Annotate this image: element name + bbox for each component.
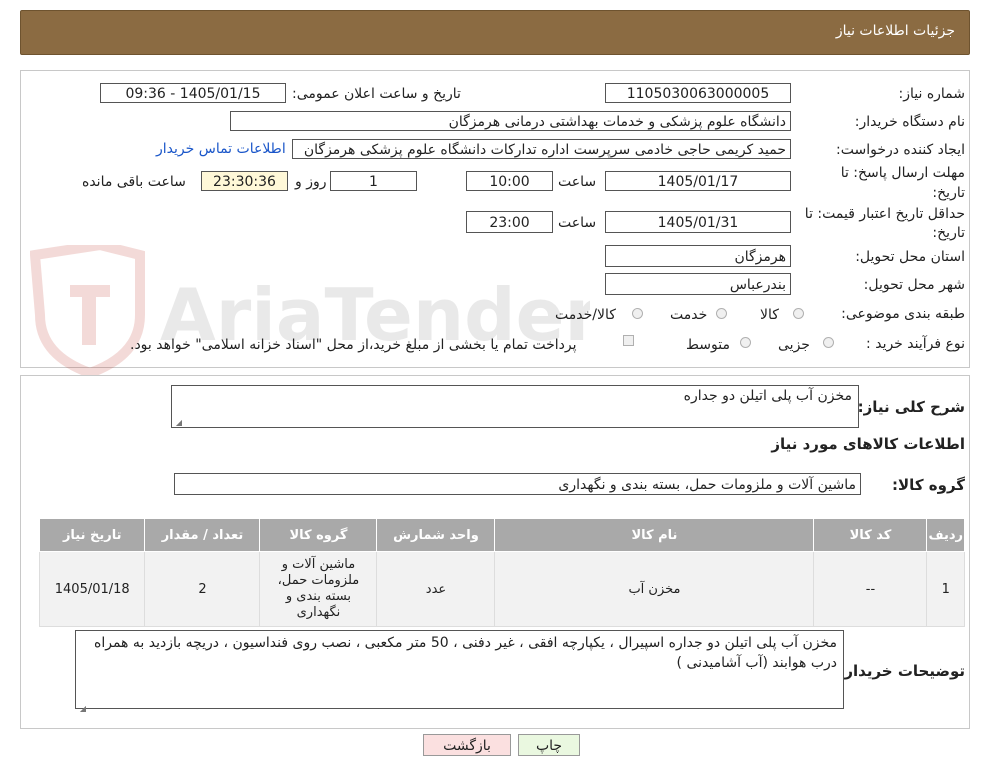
buyer-notes-textarea[interactable]: مخزن آب پلی اتیلن دو جداره اسپیرال ، یکپ…: [75, 630, 844, 713]
city-field: بندرعباس: [605, 273, 791, 295]
deadline-label: مهلت ارسال پاسخ: تا: [840, 165, 965, 181]
buyer-notes-label: توضیحات خریدار:: [838, 662, 965, 680]
cell-item-code: --: [813, 551, 928, 627]
resize-grip-icon[interactable]: ◢: [78, 699, 86, 713]
announce-datetime-field: 1405/01/15 - 09:36: [100, 83, 286, 103]
category-label: طبقه بندی موضوعی:: [841, 306, 965, 322]
resize-grip-icon[interactable]: ◢: [174, 418, 182, 427]
cell-quantity: 2: [144, 551, 261, 627]
table-header-row: ردیف کد کالا نام کالا واحد شمارش گروه کا…: [38, 518, 965, 552]
creator-field: حمید کریمی حاجی خادمی سرپرست اداره تدارک…: [292, 139, 791, 159]
col-item-code: کد کالا: [813, 518, 928, 552]
category-goods-service-radio[interactable]: [632, 308, 643, 319]
items-table: ردیف کد کالا نام کالا واحد شمارش گروه کا…: [38, 518, 965, 627]
purchase-minor-label: جزیی: [778, 337, 810, 353]
category-service-radio[interactable]: [716, 308, 727, 319]
validity-label: حداقل تاریخ اعتبار قیمت: تا: [804, 206, 965, 222]
validity-time-field: 23:00: [466, 211, 553, 233]
summary-textarea[interactable]: مخزن آب پلی اتیلن دو جداره ◢: [171, 385, 859, 428]
buyer-org-label: نام دستگاه خریدار:: [854, 114, 965, 130]
col-goods-group: گروه کالا: [259, 518, 378, 552]
cell-goods-group: ماشین آلات و ملزومات حمل، بسته بندی و نگ…: [259, 551, 378, 627]
print-button[interactable]: چاپ: [518, 734, 580, 756]
goods-group-field: ماشین آلات و ملزومات حمل، بسته بندی و نگ…: [174, 473, 861, 495]
table-row: 1 -- مخزن آب عدد ماشین آلات و ملزومات حم…: [38, 551, 965, 627]
cell-unit: عدد: [376, 551, 496, 627]
buyer-contact-link[interactable]: اطلاعات تماس خریدار: [156, 141, 286, 157]
category-goods-radio[interactable]: [793, 308, 804, 319]
cell-need-date: 1405/01/18: [38, 551, 146, 627]
purchase-minor-radio[interactable]: [823, 337, 834, 348]
province-label: استان محل تحویل:: [855, 249, 965, 265]
purchase-medium-radio[interactable]: [740, 337, 751, 348]
col-need-date: تاریخ نیاز: [38, 518, 146, 552]
goods-group-label: گروه کالا:: [892, 476, 965, 494]
validity-label-date: تاریخ:: [932, 225, 965, 241]
items-section-title: اطلاعات کالاهای مورد نیاز: [771, 435, 965, 453]
category-service-label: خدمت: [670, 307, 708, 323]
page-header: جزئیات اطلاعات نیاز: [20, 10, 970, 55]
purchase-medium-label: متوسط: [686, 337, 730, 353]
col-quantity: تعداد / مقدار: [144, 518, 261, 552]
category-goods-label: کالا: [760, 307, 779, 323]
purchase-type-label: نوع فرآیند خرید :: [866, 336, 965, 352]
need-number-label: شماره نیاز:: [898, 86, 966, 102]
treasury-payment-note: پرداخت تمام یا بخشی از مبلغ خرید،از محل …: [130, 337, 577, 353]
cell-row-number: 1: [926, 551, 965, 627]
deadline-time-field: 10:00: [466, 171, 553, 191]
buyer-org-field: دانشگاه علوم پزشکی و خدمات بهداشتی درمان…: [230, 111, 791, 131]
city-label: شهر محل تحویل:: [863, 277, 965, 293]
days-remaining-field: 1: [330, 171, 417, 191]
days-label: روز و: [295, 174, 327, 190]
buyer-notes-text: مخزن آب پلی اتیلن دو جداره اسپیرال ، یکپ…: [94, 635, 837, 671]
remaining-time-field: 23:30:36: [201, 171, 288, 191]
summary-text: مخزن آب پلی اتیلن دو جداره: [683, 388, 852, 404]
summary-label: شرح کلی نیاز:: [857, 398, 965, 416]
validity-date-field: 1405/01/31: [605, 211, 791, 233]
validity-time-label: ساعت: [558, 215, 597, 231]
page-title: جزئیات اطلاعات نیاز: [835, 23, 955, 39]
back-button[interactable]: بازگشت: [423, 734, 511, 756]
deadline-time-label: ساعت: [558, 174, 597, 190]
col-unit: واحد شمارش: [376, 518, 496, 552]
province-field: هرمزگان: [605, 245, 791, 267]
deadline-label-date: تاریخ:: [932, 185, 965, 201]
creator-label: ایجاد کننده درخواست:: [836, 142, 965, 158]
watermark-logo: AriaTender.neT: [30, 245, 590, 375]
col-row-number: ردیف: [926, 518, 965, 552]
cell-item-name: مخزن آب: [494, 551, 815, 627]
remaining-time-label: ساعت باقی مانده: [82, 174, 186, 190]
announce-label: تاریخ و ساعت اعلان عمومی:: [292, 86, 461, 102]
category-goods-service-label: کالا/خدمت: [555, 307, 616, 323]
deadline-date-field: 1405/01/17: [605, 171, 791, 191]
treasury-payment-checkbox[interactable]: [623, 335, 634, 346]
col-item-name: نام کالا: [494, 518, 815, 552]
need-number-field: 1105030063000005: [605, 83, 791, 103]
